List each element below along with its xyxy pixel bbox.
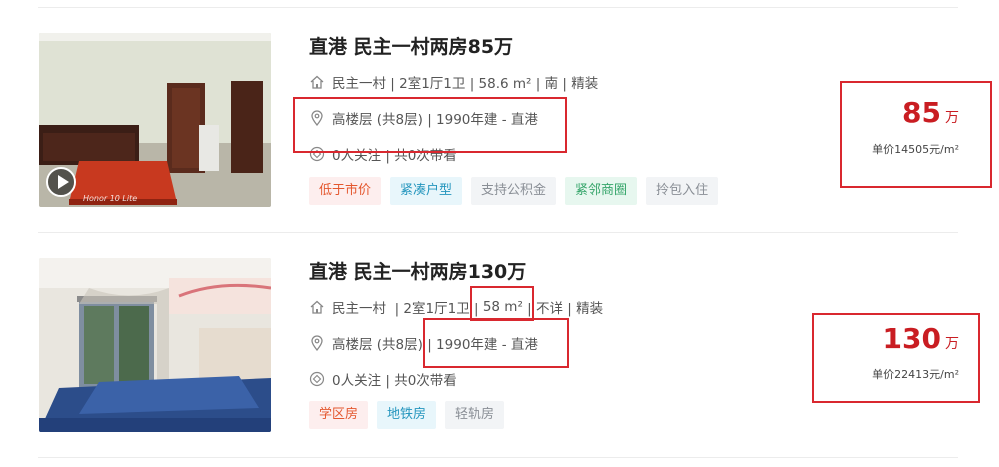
tag-list: 学区房 地铁房 轻轨房 bbox=[309, 401, 505, 429]
house-info-text: 民主一村 | 2室1厅1卫 | bbox=[332, 301, 483, 317]
unit-price: 单价22413元/m² bbox=[872, 368, 959, 381]
listing-card[interactable]: 直港 民主一村两房130万 民主一村 | 2室1厅1卫 | 58 m² | 不详… bbox=[0, 0, 999, 432]
house-info-row: 民主一村 | 2室1厅1卫 | 58 m² | 不详 | 精装 bbox=[309, 296, 603, 318]
area-text: 58 m² bbox=[482, 299, 523, 315]
total-price-value: 130 bbox=[882, 322, 941, 355]
year-text: 1990年建 - 直港 bbox=[436, 337, 538, 353]
listing-divider bbox=[38, 232, 958, 233]
follow-info-text: 0人关注 | 共0次带看 bbox=[332, 373, 457, 389]
follow-info-row: 0人关注 | 共0次带看 bbox=[309, 368, 457, 390]
floor-info-row: 高楼层 (共8层) | 1990年建 - 直港 bbox=[309, 332, 538, 354]
home-icon bbox=[309, 299, 325, 315]
tag: 学区房 bbox=[309, 401, 369, 429]
tag: 轻轨房 bbox=[445, 401, 505, 429]
follow-icon bbox=[309, 371, 325, 387]
floor-info-text: 高楼层 (共8层) | bbox=[332, 337, 437, 353]
listing-title[interactable]: 直港 民主一村两房130万 bbox=[309, 257, 526, 284]
bedroom-photo bbox=[39, 258, 271, 432]
bottom-divider bbox=[38, 457, 958, 458]
total-price: 130 万 bbox=[883, 322, 959, 355]
location-pin-icon bbox=[309, 335, 325, 351]
total-price-unit: 万 bbox=[945, 336, 959, 352]
tag: 地铁房 bbox=[377, 401, 437, 429]
listing-photo[interactable] bbox=[39, 258, 271, 432]
house-info-suffix: | 不详 | 精装 bbox=[522, 301, 604, 317]
